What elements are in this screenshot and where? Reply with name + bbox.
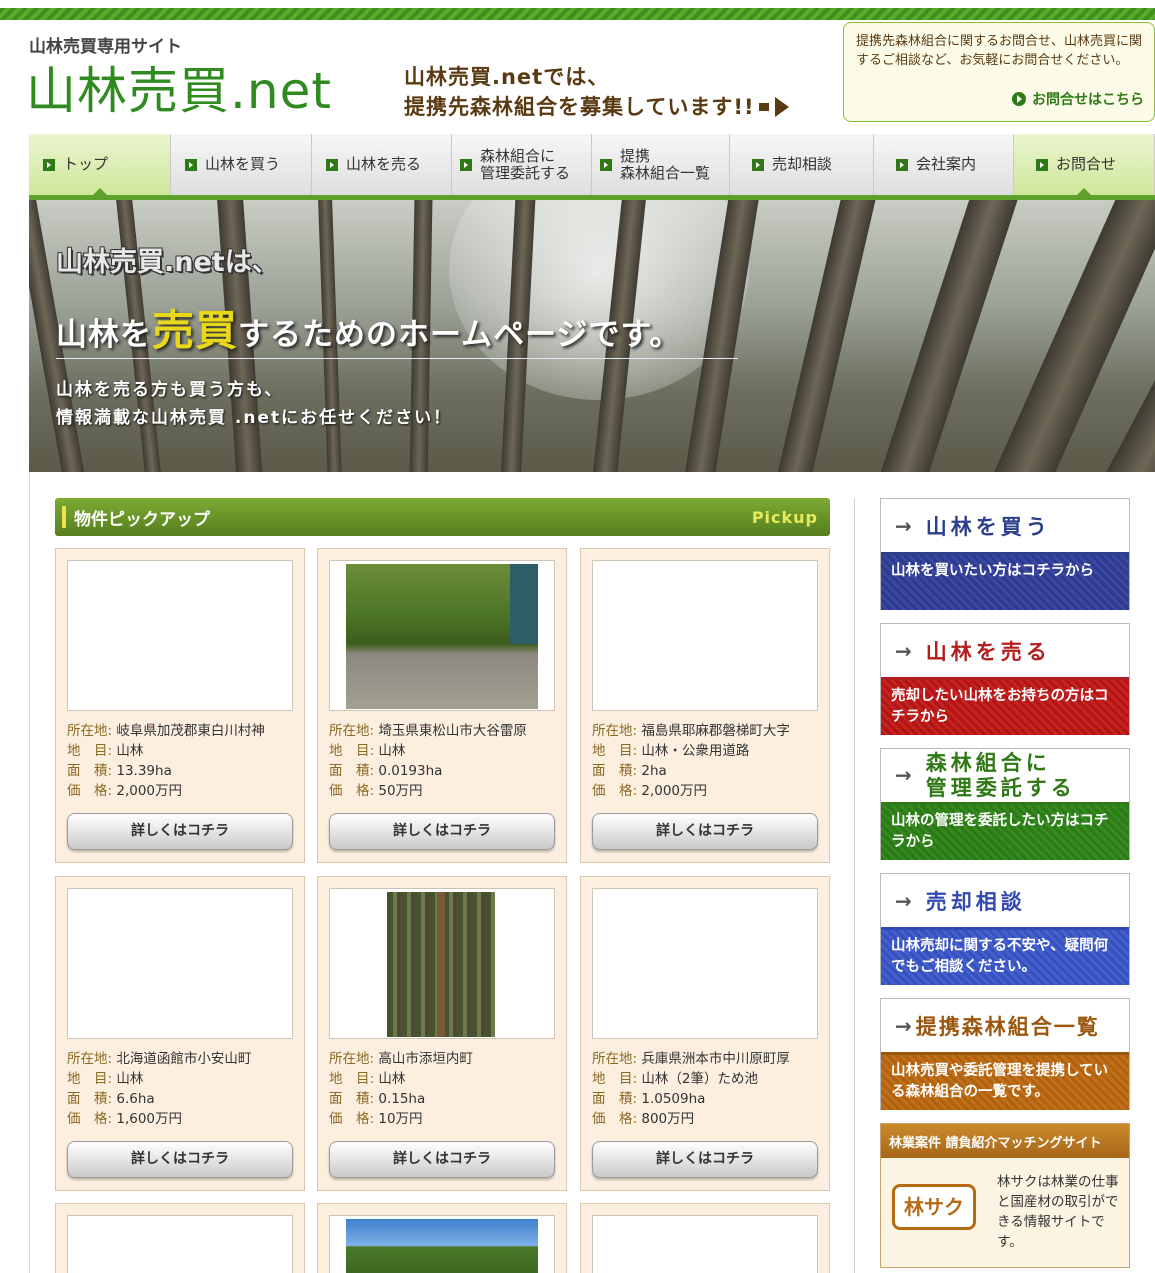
arrow-right-icon: → — [895, 763, 912, 787]
nav-bullet-icon — [185, 158, 197, 171]
sidebar-buy-button[interactable]: → 山林を買う 山林を買いたい方はコチラから — [880, 498, 1130, 610]
property-card — [317, 1203, 567, 1273]
rinsaku-description: 林サクは林業の仕事と国産材の取引ができる情報サイトです。 — [997, 1174, 1119, 1250]
sidebar-partners-button[interactable]: → 提携森林組合一覧 山林売買や委託管理を提携している森林組合の一覧です。 — [880, 998, 1130, 1110]
arrow-right-icon: → — [895, 888, 912, 913]
property-thumbnail[interactable] — [592, 1215, 818, 1273]
arrow-right-icon: → — [895, 638, 912, 663]
property-card: 所在地: 福島県耶麻郡磐梯町大字 地 目: 山林・公衆用道路 面 積: 2ha … — [580, 548, 830, 863]
nav-bullet-icon — [326, 158, 338, 171]
property-thumbnail[interactable] — [329, 888, 555, 1039]
details-button[interactable]: 詳しくはコチラ — [592, 813, 818, 850]
property-thumbnail[interactable] — [67, 1215, 293, 1273]
nav-manage[interactable]: 森林組合に 管理委託する — [452, 134, 592, 195]
property-thumbnail[interactable] — [592, 888, 818, 1039]
nav-company[interactable]: 会社案内 — [874, 134, 1014, 195]
property-card: 所在地: 北海道函館市小安山町 地 目: 山林 面 積: 6.6ha 価 格: … — [55, 876, 305, 1191]
nav-bullet-icon — [43, 158, 55, 171]
pickup-heading: 物件ピックアップ Pickup — [55, 498, 830, 536]
property-card: 所在地: 埼玉県東松山市大谷雷原 地 目: 山林 面 積: 0.0193ha 価… — [317, 548, 567, 863]
nav-bullet-icon — [460, 158, 472, 171]
recruit-line1: 山林売買.netでは、 — [404, 65, 610, 89]
nav-bullet-icon — [1036, 158, 1048, 171]
nav-bullet-icon — [752, 158, 764, 171]
rinsaku-logo: 林サク — [892, 1174, 980, 1248]
site-subtitle: 山林売買専用サイト — [29, 37, 182, 57]
nav-bullet-icon — [600, 158, 612, 171]
arrow-right-icon: → — [895, 1013, 912, 1038]
hero-heading: 山林を売買するためのホームページです。 — [56, 306, 682, 355]
details-button[interactable]: 詳しくはコチラ — [329, 1141, 555, 1178]
nav-contact[interactable]: お問合せ — [1014, 134, 1155, 196]
property-card: 所在地: 高山市添垣内町 地 目: 山林 面 積: 0.15ha 価 格: 10… — [317, 876, 567, 1191]
property-card — [55, 1203, 305, 1273]
property-thumbnail[interactable] — [329, 1215, 555, 1273]
details-button[interactable]: 詳しくはコチラ — [67, 813, 293, 850]
property-card — [580, 1203, 830, 1273]
top-stripe — [0, 8, 1155, 20]
recruit-line2: 提携先森林組合を募集しています!! — [404, 92, 789, 122]
rinsaku-banner[interactable]: 林業案件 請負紹介マッチングサイト 林サク 林サクは林業の仕事と国産材の取引がで… — [880, 1123, 1130, 1268]
contact-box: 提携先森林組合に関するお問合せ、山林売買に関するご相談など、お気軽にお問合せくだ… — [843, 22, 1155, 122]
property-thumbnail[interactable] — [67, 560, 293, 711]
site-logo[interactable]: 山林売買.net — [26, 66, 332, 116]
rinsaku-heading: 林業案件 請負紹介マッチングサイト — [881, 1124, 1129, 1158]
nav-buy[interactable]: 山林を買う — [171, 134, 312, 195]
property-card: 所在地: 岐阜県加茂郡東白川村神 地 目: 山林 面 積: 13.39ha 価 … — [55, 548, 305, 863]
nav-sell[interactable]: 山林を売る — [312, 134, 452, 195]
details-button[interactable]: 詳しくはコチラ — [329, 813, 555, 850]
property-card: 所在地: 兵庫県洲本市中川原町厚 地 目: 山林（2筆）ため池 面 積: 1.0… — [580, 876, 830, 1191]
nav-consult[interactable]: 売却相談 — [730, 134, 874, 195]
contact-link[interactable]: お問合せはこちら — [1012, 89, 1144, 109]
property-thumbnail[interactable] — [329, 560, 555, 711]
arrow-right-icon — [758, 103, 769, 111]
details-button[interactable]: 詳しくはコチラ — [592, 1141, 818, 1178]
sidebar-manage-button[interactable]: → 森林組合に 管理委託する 山林の管理を委託したい方はコチラから — [880, 748, 1130, 860]
recruit-banner[interactable]: 山林売買.netでは、 提携先森林組合を募集しています!! — [404, 62, 789, 122]
global-nav: トップ 山林を買う 山林を売る 森林組合に 管理委託する 提携 森林組合一覧 売… — [29, 134, 1155, 200]
details-button[interactable]: 詳しくはコチラ — [67, 1141, 293, 1178]
arrow-right-icon: → — [895, 513, 912, 538]
nav-partners[interactable]: 提携 森林組合一覧 — [592, 134, 730, 195]
sidebar-sell-button[interactable]: → 山林を売る 売却したい山林をお持ちの方はコチラから — [880, 623, 1130, 735]
play-circle-icon — [1012, 92, 1026, 106]
property-thumbnail[interactable] — [592, 560, 818, 711]
nav-bullet-icon — [896, 158, 908, 171]
nav-top[interactable]: トップ — [29, 134, 171, 196]
hero-lead: 山林を売る方も買う方も、 情報満載な山林売買 .netにお任せください！ — [56, 380, 453, 428]
hero-heading-small: 山林売買.netは、 — [56, 247, 279, 278]
contact-text: 提携先森林組合に関するお問合せ、山林売買に関するご相談など、お気軽にお問合せくだ… — [856, 34, 1143, 68]
sidebar-consult-button[interactable]: → 売却相談 山林売却に関する不安や、疑問何でもご相談ください。 — [880, 873, 1130, 985]
property-thumbnail[interactable] — [67, 888, 293, 1039]
hero-banner: 山林売買.netは、 山林を売買するためのホームページです。 山林を売る方も買う… — [29, 200, 1155, 472]
